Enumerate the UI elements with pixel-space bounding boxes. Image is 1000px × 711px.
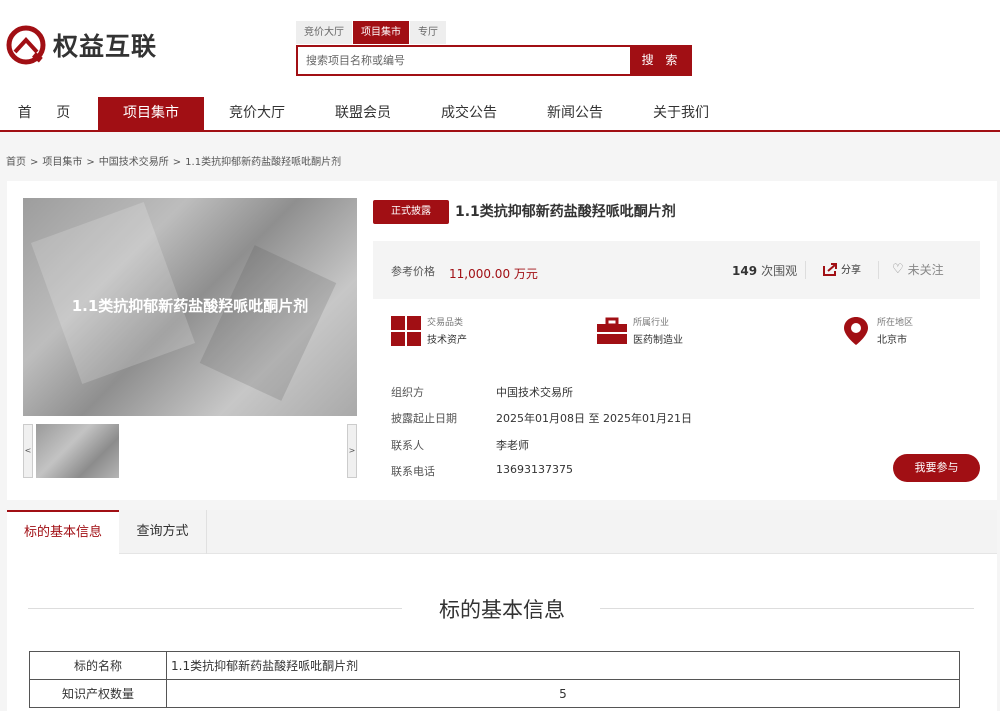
thumb-next-button[interactable]: > bbox=[347, 424, 357, 478]
section-title: 标的基本信息 bbox=[439, 598, 565, 622]
item-title: 1.1类抗抑郁新药盐酸羟哌吡酮片剂 bbox=[455, 204, 676, 220]
tab-contact-method[interactable]: 查询方式 bbox=[119, 510, 207, 554]
map-pin-icon bbox=[844, 316, 868, 345]
header: 权益互联 竞价大厅 项目集市 专厅 搜索项目名称或编号 搜 索 首 页 项目集市… bbox=[0, 0, 1000, 132]
info-tabs-panel: 标的基本信息 查询方式 标的基本信息 标的名称 1.1类抗抑郁新药盐酸羟哌吡酮片… bbox=[7, 510, 997, 711]
breadcrumb-home[interactable]: 首页 bbox=[6, 157, 26, 168]
search-tab-special[interactable]: 专厅 bbox=[410, 21, 446, 44]
info-phone: 联系电话 13693137375 bbox=[391, 463, 573, 478]
feature-category: 交易品类 技术资产 bbox=[391, 315, 467, 346]
nav-item-market[interactable]: 项目集市 bbox=[98, 97, 204, 130]
table-cell-key: 知识产权数量 bbox=[29, 679, 167, 708]
main-nav: 首 页 项目集市 竞价大厅 联盟会员 成交公告 新闻公告 关于我们 bbox=[0, 97, 1000, 132]
feature-category-key: 交易品类 bbox=[427, 318, 464, 328]
nav-item-news[interactable]: 新闻公告 bbox=[522, 97, 628, 130]
info-organizer: 组织方 中国技术交易所 bbox=[391, 386, 573, 399]
table-row: 标的名称 1.1类抗抑郁新药盐酸羟哌吡酮片剂 bbox=[29, 651, 960, 680]
feature-region: 所在地区 北京市 bbox=[841, 315, 913, 346]
view-count: 149 次围观 bbox=[732, 264, 798, 278]
follow-button[interactable]: ♡ 未关注 bbox=[892, 261, 944, 278]
join-button[interactable]: 我要参与 bbox=[893, 454, 980, 482]
price-label: 参考价格 bbox=[391, 265, 435, 278]
breadcrumb-current: 1.1类抗抑郁新药盐酸羟哌吡酮片剂 bbox=[185, 157, 342, 168]
breadcrumb-market[interactable]: 项目集市 bbox=[42, 157, 82, 168]
item-detail-card: 1.1类抗抑郁新药盐酸羟哌吡酮片剂 < > 正式披露 1.1类抗抑郁新药盐酸羟哌… bbox=[7, 181, 997, 500]
thumbnail[interactable] bbox=[36, 424, 119, 478]
table-cell-value: 5 bbox=[166, 679, 960, 708]
feature-region-value: 北京市 bbox=[877, 335, 907, 346]
grid-category-icon bbox=[391, 315, 421, 346]
info-dates: 披露起止日期 2025年01月08日 至 2025年01月21日 bbox=[391, 412, 692, 425]
thumb-prev-button[interactable]: < bbox=[23, 424, 33, 478]
feature-region-key: 所在地区 bbox=[877, 318, 914, 328]
search-tabs: 竞价大厅 项目集市 专厅 bbox=[296, 21, 447, 44]
brand-name: 权益互联 bbox=[53, 32, 158, 61]
nav-item-home[interactable]: 首 页 bbox=[0, 97, 98, 130]
price-value: 11,000.00 万元 bbox=[449, 267, 538, 281]
search-tab-market[interactable]: 项目集市 bbox=[353, 21, 409, 44]
heart-icon: ♡ bbox=[892, 262, 904, 277]
breadcrumb-org[interactable]: 中国技术交易所 bbox=[99, 157, 169, 168]
share-button[interactable]: 分享 bbox=[822, 261, 861, 276]
basic-info-table: 标的名称 1.1类抗抑郁新药盐酸羟哌吡酮片剂 知识产权数量 5 bbox=[29, 651, 960, 708]
table-cell-value: 1.1类抗抑郁新药盐酸羟哌吡酮片剂 bbox=[166, 651, 960, 680]
status-badge: 正式披露 bbox=[373, 200, 449, 224]
breadcrumb: 首页 > 项目集市 > 中国技术交易所 >1.1类抗抑郁新药盐酸羟哌吡酮片剂 bbox=[6, 157, 342, 168]
briefcase-icon bbox=[597, 317, 627, 344]
feature-industry-value: 医药制造业 bbox=[633, 335, 683, 346]
search-input[interactable]: 搜索项目名称或编号 bbox=[296, 45, 632, 76]
table-row: 知识产权数量 5 bbox=[29, 679, 960, 708]
table-cell-key: 标的名称 bbox=[29, 651, 167, 680]
feature-category-value: 技术资产 bbox=[427, 335, 467, 346]
price-bar: 参考价格 11,000.00 万元 149 次围观 分享 ♡ 未关注 bbox=[373, 241, 980, 299]
main-image-caption: 1.1类抗抑郁新药盐酸羟哌吡酮片剂 bbox=[71, 297, 309, 315]
nav-item-auction[interactable]: 竞价大厅 bbox=[204, 97, 310, 130]
logo-mark-icon bbox=[6, 25, 46, 65]
tab-basic-info[interactable]: 标的基本信息 bbox=[7, 510, 119, 555]
follow-label: 未关注 bbox=[907, 263, 944, 277]
logo[interactable]: 权益互联 bbox=[5, 24, 157, 66]
main-image: 1.1类抗抑郁新药盐酸羟哌吡酮片剂 bbox=[23, 198, 357, 416]
nav-item-members[interactable]: 联盟会员 bbox=[310, 97, 416, 130]
nav-item-about[interactable]: 关于我们 bbox=[628, 97, 734, 130]
nav-item-deals[interactable]: 成交公告 bbox=[416, 97, 522, 130]
share-icon bbox=[823, 262, 837, 276]
share-label: 分享 bbox=[841, 265, 861, 276]
feature-industry-key: 所属行业 bbox=[633, 318, 670, 328]
search-tab-auction[interactable]: 竞价大厅 bbox=[296, 21, 352, 44]
info-contact: 联系人 李老师 bbox=[391, 439, 529, 452]
search-button[interactable]: 搜 索 bbox=[631, 45, 692, 76]
section-divider-right bbox=[600, 608, 974, 609]
feature-industry: 所属行业 医药制造业 bbox=[597, 315, 683, 346]
